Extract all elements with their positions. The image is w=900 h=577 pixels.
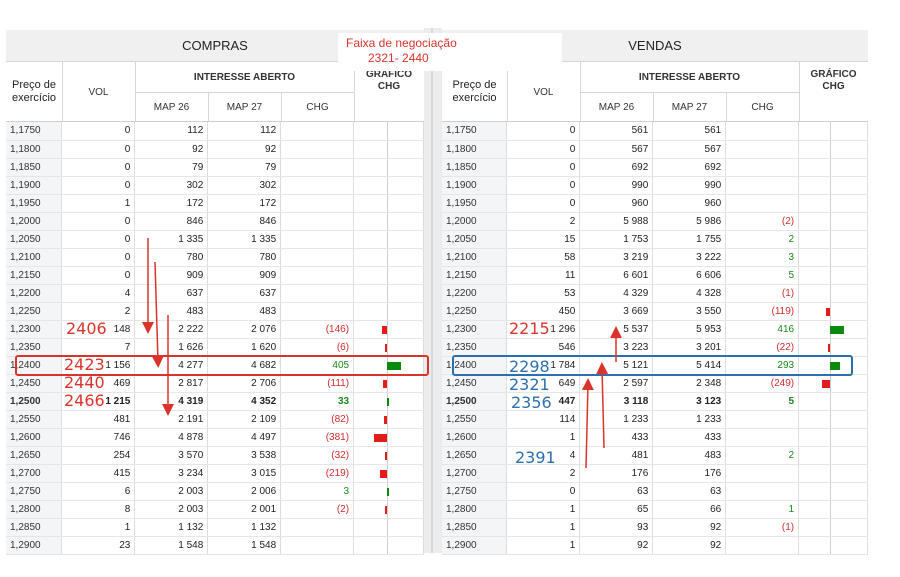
arrow-down-2: [151, 261, 164, 368]
arrow-up-2: [596, 362, 609, 449]
annotation-arrows: [142, 238, 622, 469]
arrow-up-3: [581, 378, 594, 469]
